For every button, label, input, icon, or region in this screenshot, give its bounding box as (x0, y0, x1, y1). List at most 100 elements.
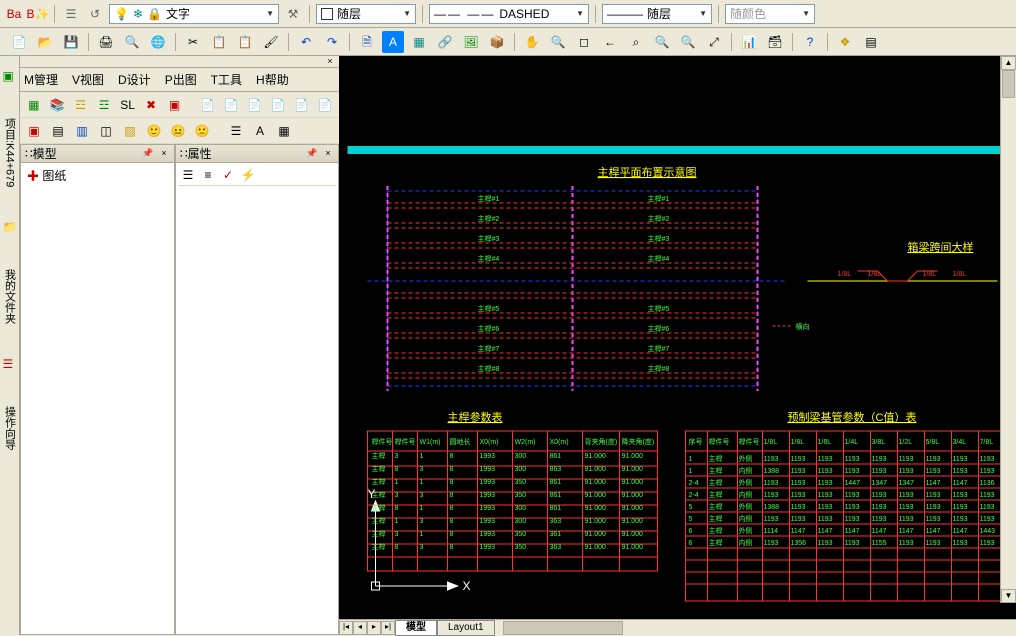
events-icon[interactable]: ⚡ (240, 167, 256, 183)
face3-icon[interactable]: 🙁 (192, 121, 212, 141)
layers2-icon[interactable]: ☲ (71, 95, 90, 115)
pin-icon[interactable]: 📌 (142, 148, 154, 160)
pin-icon[interactable]: 📌 (306, 148, 318, 160)
tab-last-icon[interactable]: ▸| (381, 621, 395, 635)
redo-icon[interactable]: ↷ (321, 31, 343, 53)
doc3-icon[interactable]: 📄 (245, 95, 264, 115)
close-icon[interactable]: × (322, 148, 334, 160)
copy-icon[interactable]: 📋 (208, 31, 230, 53)
b4-icon[interactable]: ◫ (96, 121, 116, 141)
zoom-previous-icon[interactable]: ← (599, 31, 621, 53)
print-icon[interactable]: 🖨 (95, 31, 117, 53)
plotstyle-combo[interactable]: 随颜色 ▼ (725, 4, 815, 24)
menu-design[interactable]: D设计 (118, 71, 151, 88)
drawing-canvas[interactable]: 主桿平面布置示意图 (339, 56, 1016, 619)
x2-icon[interactable]: ▣ (165, 95, 184, 115)
dwf-icon[interactable]: 📦 (486, 31, 508, 53)
scroll-down-icon[interactable]: ▼ (1001, 589, 1016, 603)
menu-plot[interactable]: P出图 (165, 71, 197, 88)
block-icon[interactable]: ▦ (408, 31, 430, 53)
model-tree[interactable]: ✚ 图纸 (21, 163, 174, 634)
new-icon[interactable]: 📄 (8, 31, 30, 53)
doc5-icon[interactable]: 📄 (292, 95, 311, 115)
tab-model[interactable]: 模型 (395, 620, 437, 636)
tab-layout1[interactable]: Layout1 (437, 620, 495, 636)
sidebar-tab-project[interactable]: 项目:K44+679 (2, 114, 18, 191)
paste-icon[interactable]: 📋 (234, 31, 256, 53)
menu-tools[interactable]: T工具 (211, 71, 242, 88)
close-icon[interactable]: × (158, 148, 170, 160)
zoom-window-icon[interactable]: ◻ (573, 31, 595, 53)
menu-help[interactable]: H帮助 (256, 71, 289, 88)
doc4-icon[interactable]: 📄 (269, 95, 288, 115)
pan-icon[interactable]: ✋ (521, 31, 543, 53)
image-icon[interactable]: 🖼 (460, 31, 482, 53)
save-icon[interactable]: 💾 (60, 31, 82, 53)
zoom-realtime-icon[interactable]: 🔍 (547, 31, 569, 53)
doc1-icon[interactable]: 📄 (198, 95, 217, 115)
books-icon[interactable]: 📚 (47, 95, 66, 115)
clean-screen-icon[interactable]: ▤ (860, 31, 882, 53)
hscroll-thumb[interactable] (503, 621, 623, 635)
zoom-scale-icon[interactable]: ⌕ (625, 31, 647, 53)
text-icon[interactable]: A (250, 121, 270, 141)
sl-icon[interactable]: SL (118, 95, 137, 115)
categorize-icon[interactable]: ☰ (180, 167, 196, 183)
tab-first-icon[interactable]: |◂ (339, 621, 353, 635)
lineweight-combo[interactable]: ——— 随层 ▼ (602, 4, 712, 24)
cut-icon[interactable]: ✂ (182, 31, 204, 53)
horizontal-scrollbar[interactable] (499, 621, 1016, 635)
layers3-icon[interactable]: ☲ (94, 95, 113, 115)
sidebar-wizard-icon[interactable]: ☰ (3, 358, 17, 372)
app-icon-1[interactable]: Ba (4, 4, 24, 24)
face1-icon[interactable]: 🙂 (144, 121, 164, 141)
face2-icon[interactable]: 😐 (168, 121, 188, 141)
list-icon[interactable]: ☰ (226, 121, 246, 141)
app-icon-2[interactable]: B✨ (28, 4, 48, 24)
alpha-icon[interactable]: ≡ (200, 167, 216, 183)
b1-icon[interactable]: ▣ (24, 121, 44, 141)
designcenter-icon[interactable]: 🗃 (764, 31, 786, 53)
layer-manager-icon[interactable]: ☰ (61, 4, 81, 24)
sidebar-project-icon[interactable]: ▣ (3, 70, 17, 84)
check-icon[interactable]: ✓ (220, 167, 236, 183)
scroll-thumb[interactable] (1002, 70, 1015, 98)
print-preview-icon[interactable]: 🔍 (121, 31, 143, 53)
b5-icon[interactable]: ▨ (120, 121, 140, 141)
properties-icon[interactable]: 📊 (738, 31, 760, 53)
a360-icon[interactable]: A (382, 31, 404, 53)
menu-view[interactable]: V视图 (72, 71, 104, 88)
grid-icon[interactable]: ▦ (24, 95, 43, 115)
tab-next-icon[interactable]: ▸ (367, 621, 381, 635)
undo-icon[interactable]: ↶ (295, 31, 317, 53)
grid2-icon[interactable]: ▦ (274, 121, 294, 141)
panel-close-icon[interactable]: × (325, 57, 335, 67)
sidebar-tab-wizard[interactable]: 操作向导 (2, 402, 18, 454)
x1-icon[interactable]: ✖ (141, 95, 160, 115)
b3-icon[interactable]: ▥ (72, 121, 92, 141)
tool-palettes-icon[interactable]: ❖ (834, 31, 856, 53)
matchprop-icon[interactable]: 🖌 (260, 31, 282, 53)
vertical-scrollbar[interactable]: ▲ ▼ (1000, 56, 1016, 603)
tree-root-item[interactable]: ✚ 图纸 (23, 165, 172, 186)
layer-previous-icon[interactable]: ↺ (85, 4, 105, 24)
zoom-in-icon[interactable]: 🔍 (651, 31, 673, 53)
zoom-extents-icon[interactable]: ⤢ (703, 31, 725, 53)
layer-combo[interactable]: 💡 ❄ 🔒 文字 ▼ (109, 4, 279, 24)
sidebar-folder-icon[interactable]: 📁 (3, 221, 17, 235)
b2-icon[interactable]: ▤ (48, 121, 68, 141)
tab-prev-icon[interactable]: ◂ (353, 621, 367, 635)
publish-icon[interactable]: 🌐 (147, 31, 169, 53)
xref-icon[interactable]: 🔗 (434, 31, 456, 53)
open-icon[interactable]: 📂 (34, 31, 56, 53)
doc6-icon[interactable]: 📄 (315, 95, 334, 115)
layer-states-icon[interactable]: ⚒ (283, 4, 303, 24)
color-combo[interactable]: 随层 ▼ (316, 4, 416, 24)
scroll-up-icon[interactable]: ▲ (1001, 56, 1016, 70)
help-icon[interactable]: ? (799, 31, 821, 53)
zoom-out-icon[interactable]: 🔍 (677, 31, 699, 53)
sidebar-tab-folder[interactable]: 我的文件夹 (2, 265, 18, 328)
doc2-icon[interactable]: 📄 (222, 95, 241, 115)
dwg-icon[interactable]: 🗎 (356, 31, 378, 53)
menu-manage[interactable]: M管理 (24, 71, 58, 88)
